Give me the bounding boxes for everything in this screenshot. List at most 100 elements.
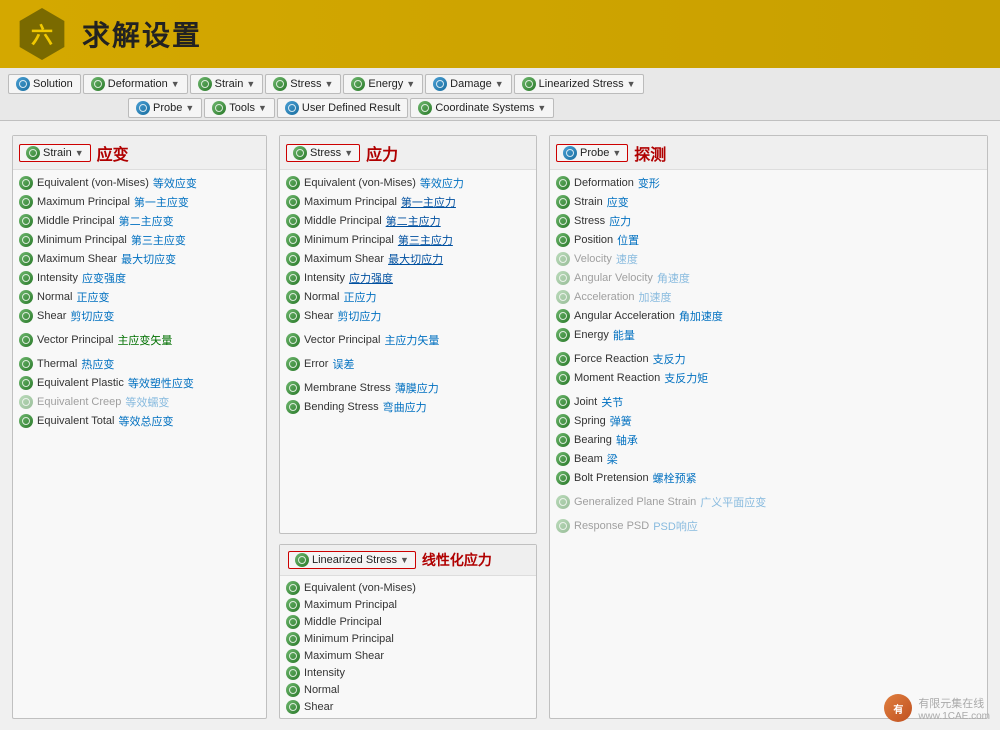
- item-icon: [286, 683, 300, 697]
- toolbar-coordinate-btn[interactable]: Coordinate Systems ▼: [410, 98, 554, 118]
- linearized-list: Equivalent (von-Mises) Maximum Principal…: [280, 576, 536, 718]
- linearized-stress-btn[interactable]: Linearized Stress ▼: [288, 551, 416, 569]
- list-item[interactable]: Vector Principal 主应变矢量: [17, 330, 262, 349]
- list-item[interactable]: Maximum Principal 第一主应力: [284, 192, 532, 211]
- list-item[interactable]: Intensity 应变强度: [17, 268, 262, 287]
- item-icon: [19, 376, 33, 390]
- strain-icon: [26, 146, 40, 160]
- ls-title-cn: 线性化应力: [422, 550, 492, 570]
- probe-panel-header: Probe ▼ 探测: [550, 136, 987, 170]
- list-item[interactable]: Normal 正应变: [17, 287, 262, 306]
- toolbar-linearized-btn[interactable]: Linearized Stress ▼: [514, 74, 644, 94]
- list-item[interactable]: Minimum Principal: [284, 630, 532, 647]
- list-item[interactable]: Shear 剪切应变: [17, 306, 262, 325]
- item-icon: [556, 395, 570, 409]
- stress-btn-label: Stress: [310, 147, 341, 159]
- list-item[interactable]: Equivalent (von-Mises) 等效应变: [17, 173, 262, 192]
- list-item[interactable]: Membrane Stress 薄膜应力: [284, 378, 532, 397]
- list-item[interactable]: Thermal 热应变: [17, 354, 262, 373]
- strain-panel-header: Strain ▼ 应变: [13, 136, 266, 170]
- toolbar-strain-btn[interactable]: Strain ▼: [190, 74, 264, 94]
- toolbar-energy-btn[interactable]: Energy ▼: [343, 74, 423, 94]
- list-item[interactable]: Bolt Pretension 螺栓预紧: [554, 468, 983, 487]
- toolbar-stress-btn[interactable]: Stress ▼: [265, 74, 341, 94]
- list-item[interactable]: Angular Acceleration 角加速度: [554, 306, 983, 325]
- list-item[interactable]: Error 误差: [284, 354, 532, 373]
- list-item[interactable]: Maximum Principal: [284, 596, 532, 613]
- list-item: Angular Velocity 角速度: [554, 268, 983, 287]
- list-item[interactable]: Minimum Principal 第三主应力: [284, 230, 532, 249]
- strain-list: Equivalent (von-Mises) 等效应变 Maximum Prin…: [13, 170, 266, 433]
- list-item[interactable]: Intensity 应力强度: [284, 268, 532, 287]
- list-item[interactable]: Position 位置: [554, 230, 983, 249]
- list-item[interactable]: Middle Principal 第二主应变: [17, 211, 262, 230]
- list-item[interactable]: Beam 梁: [554, 449, 983, 468]
- list-item[interactable]: Normal 正应力: [284, 287, 532, 306]
- list-item[interactable]: Bearing 轴承: [554, 430, 983, 449]
- item-icon: [19, 271, 33, 285]
- toolbar-solution-btn[interactable]: Solution: [8, 74, 81, 94]
- list-item[interactable]: Maximum Shear: [284, 647, 532, 664]
- list-item[interactable]: Maximum Shear 最大切应变: [17, 249, 262, 268]
- item-icon: [556, 271, 570, 285]
- list-item[interactable]: Equivalent Total 等效总应变: [17, 411, 262, 430]
- list-item[interactable]: Middle Principal 第二主应力: [284, 211, 532, 230]
- tools-arrow-icon: ▼: [258, 103, 267, 113]
- item-icon: [286, 357, 300, 371]
- solution-icon: [16, 77, 30, 91]
- item-icon: [286, 176, 300, 190]
- list-item[interactable]: Intensity: [284, 664, 532, 681]
- strain-panel-btn[interactable]: Strain ▼: [19, 144, 91, 162]
- item-icon: [556, 309, 570, 323]
- list-item: Velocity 速度: [554, 249, 983, 268]
- list-item[interactable]: Joint 关节: [554, 392, 983, 411]
- item-icon: [556, 214, 570, 228]
- ls-btn-label: Linearized Stress: [312, 554, 397, 566]
- deformation-arrow-icon: ▼: [171, 79, 180, 89]
- item-icon: [19, 309, 33, 323]
- list-item: Acceleration 加速度: [554, 287, 983, 306]
- stress-panel: Stress ▼ 应力 Equivalent (von-Mises) 等效应力 …: [279, 135, 537, 534]
- item-icon: [556, 290, 570, 304]
- item-icon: [556, 371, 570, 385]
- toolbar-damage-btn[interactable]: Damage ▼: [425, 74, 512, 94]
- toolbar-probe-btn[interactable]: Probe ▼: [128, 98, 202, 118]
- toolbar-tools-btn[interactable]: Tools ▼: [204, 98, 275, 118]
- list-item[interactable]: Stress 应力: [554, 211, 983, 230]
- probe-title-cn: 探测: [634, 141, 666, 165]
- header-hex-icon: 六: [16, 8, 68, 60]
- item-icon: [19, 395, 33, 409]
- list-item[interactable]: Equivalent Plastic 等效塑性应变: [17, 373, 262, 392]
- page-title: 求解设置: [82, 14, 202, 54]
- list-item[interactable]: Vector Principal 主应力矢量: [284, 330, 532, 349]
- list-item[interactable]: Middle Principal: [284, 613, 532, 630]
- list-item[interactable]: Equivalent (von-Mises) 等效应力: [284, 173, 532, 192]
- probe-list: Deformation 变形 Strain 应变 Stress 应力 Posit…: [550, 170, 987, 538]
- list-item[interactable]: Deformation 变形: [554, 173, 983, 192]
- list-item[interactable]: Spring 弹簧: [554, 411, 983, 430]
- item-icon: [556, 252, 570, 266]
- toolbar-deformation-btn[interactable]: Deformation ▼: [83, 74, 188, 94]
- toolbar: Solution Deformation ▼ Strain ▼ Stress ▼…: [0, 68, 1000, 121]
- probe-panel-btn[interactable]: Probe ▼: [556, 144, 628, 162]
- list-item[interactable]: Minimum Principal 第三主应变: [17, 230, 262, 249]
- list-item[interactable]: Maximum Shear 最大切应力: [284, 249, 532, 268]
- list-item[interactable]: Shear 剪切应力: [284, 306, 532, 325]
- list-item[interactable]: Energy 能量: [554, 325, 983, 344]
- list-item[interactable]: Normal: [284, 681, 532, 698]
- stress-icon-tb: [273, 77, 287, 91]
- stress-panel-btn[interactable]: Stress ▼: [286, 144, 360, 162]
- list-item[interactable]: Force Reaction 支反力: [554, 349, 983, 368]
- list-item[interactable]: Strain 应变: [554, 192, 983, 211]
- toolbar-strain-label: Strain: [215, 78, 244, 90]
- toolbar-row-1: Solution Deformation ▼ Strain ▼ Stress ▼…: [8, 72, 992, 96]
- strain-btn-label: Strain: [43, 147, 72, 159]
- list-item[interactable]: Bending Stress 弯曲应力: [284, 397, 532, 416]
- list-item[interactable]: Shear: [284, 698, 532, 715]
- list-item[interactable]: Maximum Principal 第一主应变: [17, 192, 262, 211]
- toolbar-user-defined-btn[interactable]: User Defined Result: [277, 98, 408, 118]
- linearized-icon-tb: [522, 77, 536, 91]
- list-item[interactable]: Equivalent (von-Mises): [284, 579, 532, 596]
- toolbar-stress-label: Stress: [290, 78, 321, 90]
- list-item[interactable]: Moment Reaction 支反力矩: [554, 368, 983, 387]
